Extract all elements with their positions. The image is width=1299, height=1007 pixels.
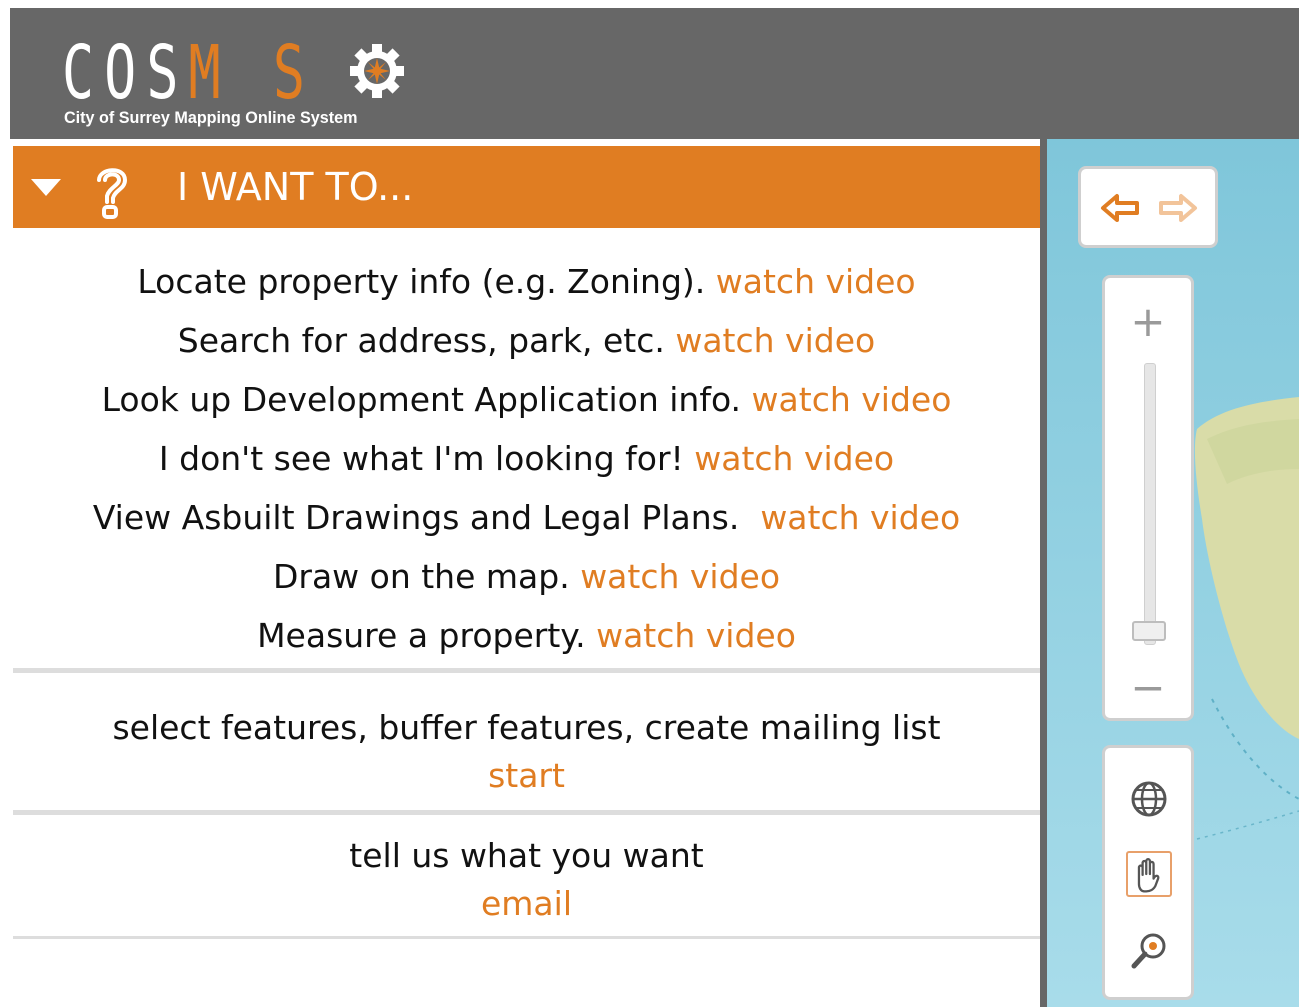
divider [13, 936, 1040, 939]
list-item: Locate property info (e.g. Zoning). watc… [137, 262, 916, 301]
list-item: Measure a property. watch video [257, 616, 796, 655]
gear-compass-icon [350, 44, 404, 98]
collapse-triangle-icon[interactable] [31, 179, 61, 196]
email-link[interactable]: email [13, 880, 1040, 928]
question-mark-icon [97, 168, 128, 219]
select-features-text: select features, buffer features, create… [112, 708, 941, 747]
watch-video-link[interactable]: watch video [752, 380, 952, 419]
zoom-control: + − [1102, 275, 1194, 721]
history-nav-control [1078, 166, 1218, 248]
watch-video-link[interactable]: watch video [675, 321, 875, 360]
divider [13, 810, 1040, 815]
watch-video-link[interactable]: watch video [580, 557, 780, 596]
list-item: Look up Development Application info. wa… [101, 380, 952, 419]
panel-title: I WANT TO... [177, 165, 414, 209]
zoom-slider-handle[interactable] [1132, 621, 1166, 641]
globe-icon[interactable] [1126, 776, 1172, 822]
hand-pan-icon[interactable] [1126, 851, 1172, 897]
i-want-to-header[interactable]: I WANT TO... [13, 146, 1040, 228]
logo-wordmark: COSMOS [62, 30, 315, 116]
map-tools [1102, 745, 1194, 1000]
forward-arrow-icon[interactable] [1155, 193, 1199, 223]
divider [13, 668, 1040, 673]
zoom-magnifier-icon[interactable] [1126, 928, 1172, 974]
zoom-in-button[interactable]: + [1105, 300, 1191, 344]
watch-video-link[interactable]: watch video [694, 439, 894, 478]
feedback-block: tell us what you want email [13, 832, 1040, 928]
feedback-text: tell us what you want [349, 836, 704, 875]
watch-video-link[interactable]: watch video [760, 498, 960, 537]
start-link[interactable]: start [13, 752, 1040, 800]
list-item: Search for address, park, etc. watch vid… [177, 321, 876, 360]
app-frame: COSMOS [0, 0, 1299, 1007]
cosmos-logo[interactable]: COSMOS [62, 28, 492, 128]
logo-subtitle: City of Surrey Mapping Online System [64, 108, 358, 127]
watch-video-link[interactable]: watch video [596, 616, 796, 655]
panel-splitter[interactable] [1040, 139, 1047, 1007]
select-features-block: select features, buffer features, create… [13, 704, 1040, 800]
zoom-slider-track[interactable] [1144, 363, 1156, 645]
header-bar: COSMOS [10, 8, 1299, 139]
list-item: I don't see what I'm looking for! watch … [158, 439, 895, 478]
back-arrow-icon[interactable] [1099, 193, 1143, 223]
help-topics-list: Locate property info (e.g. Zoning). watc… [13, 252, 1040, 665]
list-item: View Asbuilt Drawings and Legal Plans. w… [92, 498, 961, 537]
list-item: Draw on the map. watch video [272, 557, 781, 596]
zoom-out-button[interactable]: − [1105, 666, 1191, 710]
watch-video-link[interactable]: watch video [716, 262, 916, 301]
